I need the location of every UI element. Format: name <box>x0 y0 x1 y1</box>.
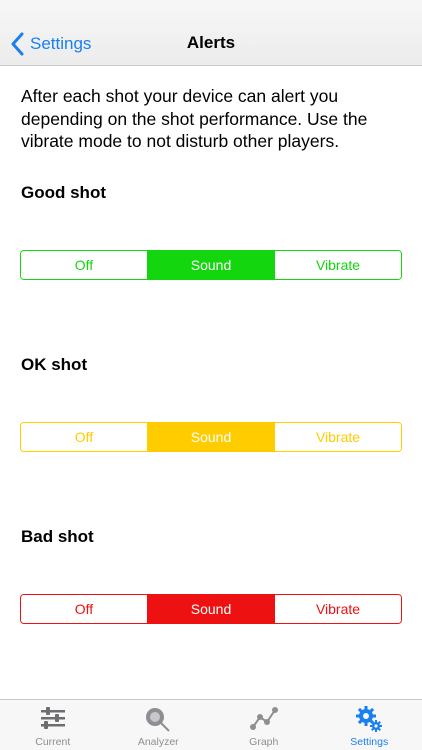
bad-shot-sound-option[interactable]: Sound <box>147 595 274 623</box>
section-title-good-shot: Good shot <box>21 183 106 202</box>
ok-shot-vibrate-option[interactable]: Vibrate <box>274 423 401 451</box>
tab-graph[interactable]: Graph <box>211 700 317 750</box>
sliders-icon <box>40 707 65 729</box>
gears-icon <box>356 706 383 732</box>
bad-shot-vibrate-option[interactable]: Vibrate <box>274 595 401 623</box>
good-shot-off-option[interactable]: Off <box>21 251 147 279</box>
bad-shot-off-option[interactable]: Off <box>21 595 147 623</box>
tab-label: Current <box>35 736 71 748</box>
tab-bar: Current Analyzer Graph Settings <box>0 699 422 750</box>
graph-icon <box>249 707 278 730</box>
tab-analyzer[interactable]: Analyzer <box>106 700 212 750</box>
tab-current[interactable]: Current <box>0 700 106 750</box>
navigation-bar: Settings Alerts <box>0 0 422 66</box>
good-shot-vibrate-option[interactable]: Vibrate <box>274 251 401 279</box>
tab-label: Analyzer <box>137 736 179 748</box>
good-shot-sound-option[interactable]: Sound <box>147 251 274 279</box>
section-title-bad-shot: Bad shot <box>21 527 94 546</box>
section-title-ok-shot: OK shot <box>21 355 88 374</box>
good-shot-selector: Off Sound Vibrate <box>20 250 402 280</box>
intro-text: After each shot your device can alert yo… <box>21 86 368 151</box>
tab-label: Settings <box>350 736 389 748</box>
page-title: Alerts <box>186 33 236 52</box>
tab-label: Graph <box>249 736 279 748</box>
magnifier-icon <box>146 708 170 732</box>
ok-shot-selector: Off Sound Vibrate <box>20 422 402 452</box>
ok-shot-sound-option[interactable]: Sound <box>147 423 274 451</box>
bad-shot-selector: Off Sound Vibrate <box>20 594 402 624</box>
ok-shot-off-option[interactable]: Off <box>21 423 147 451</box>
tab-settings[interactable]: Settings <box>317 700 422 750</box>
